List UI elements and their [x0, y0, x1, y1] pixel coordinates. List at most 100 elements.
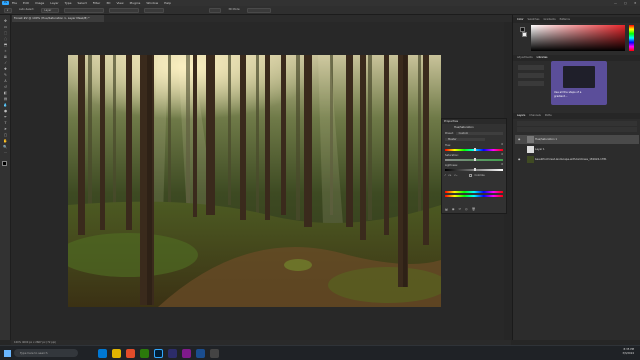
- align-buttons[interactable]: [109, 7, 140, 13]
- auto-select-dropdown[interactable]: Layer: [41, 7, 60, 13]
- taskbar-app-7[interactable]: [182, 349, 191, 358]
- eyedropper-plus-icon[interactable]: ⁄+: [449, 173, 452, 177]
- gradient-tool-icon[interactable]: ▤: [3, 97, 8, 101]
- show-transform-checkbox[interactable]: [64, 7, 105, 13]
- pen-tool-icon[interactable]: ✒: [3, 115, 8, 119]
- tab-layers[interactable]: Layers: [517, 113, 525, 119]
- taskbar-app-6[interactable]: [168, 349, 177, 358]
- blur-tool-icon[interactable]: 💧: [3, 103, 8, 107]
- layer-row-layer1[interactable]: Layer 1: [515, 145, 639, 154]
- reset-icon[interactable]: ↺: [458, 207, 461, 211]
- tab-adjustments[interactable]: Adjustments: [517, 55, 533, 61]
- foreground-color-swatch[interactable]: [2, 161, 7, 166]
- taskbar-app-1[interactable]: [98, 349, 107, 358]
- visibility-eye-icon[interactable]: ◉: [518, 135, 520, 144]
- taskbar-clock[interactable]: 8:35 PM 3/3/2024: [622, 348, 634, 356]
- visibility-eye-icon[interactable]: ◉: [518, 155, 520, 164]
- menu-plugins[interactable]: Plugins: [130, 1, 141, 5]
- more-tools-icon[interactable]: ⋯: [3, 151, 8, 155]
- menu-help[interactable]: Help: [164, 1, 171, 5]
- taskbar-app-9[interactable]: [210, 349, 219, 358]
- artboard-tool-icon[interactable]: ▭: [3, 25, 8, 29]
- photoshop-logo[interactable]: Ps: [2, 1, 9, 5]
- path-select-icon[interactable]: ➤: [3, 127, 8, 131]
- taskbar-app-4[interactable]: [140, 349, 149, 358]
- healing-brush-icon[interactable]: ✚: [3, 67, 8, 71]
- 3d-mode-buttons[interactable]: [247, 7, 272, 13]
- start-button-icon[interactable]: [4, 350, 11, 357]
- history-brush-icon[interactable]: ↺: [3, 85, 8, 89]
- lightness-slider-knob[interactable]: [474, 168, 476, 171]
- saturation-value[interactable]: 0: [501, 153, 503, 156]
- minimize-button[interactable]: —: [614, 1, 618, 5]
- forest-photo[interactable]: [68, 55, 441, 307]
- menu-layer[interactable]: Layer: [50, 1, 58, 5]
- frame-tool-icon[interactable]: ⊠: [3, 55, 8, 59]
- learn-card[interactable]: Use all the steps of a gradient...: [551, 61, 607, 105]
- hue-value[interactable]: 0: [501, 143, 503, 146]
- lightness-value[interactable]: 0: [501, 163, 503, 166]
- menu-view[interactable]: View: [116, 1, 123, 5]
- color-hue-bar[interactable]: [629, 25, 634, 51]
- hand-tool-icon[interactable]: ✋: [3, 139, 8, 143]
- move-tool-icon[interactable]: ✥: [3, 19, 8, 23]
- taskbar-app-5[interactable]: [154, 349, 163, 358]
- tab-swatches[interactable]: Swatches: [528, 17, 540, 23]
- clip-to-layer-icon[interactable]: ⬓: [445, 207, 448, 211]
- layer-row-adjustment[interactable]: ◉ Hue/Saturation 1: [515, 135, 639, 144]
- hue-slider[interactable]: [445, 148, 503, 151]
- type-tool-icon[interactable]: T: [3, 121, 8, 125]
- spectrum-bar-bottom[interactable]: [445, 195, 503, 197]
- hue-slider-knob[interactable]: [474, 148, 476, 151]
- crop-tool-icon[interactable]: ⌗: [3, 49, 8, 53]
- rectangle-tool-icon[interactable]: ▢: [3, 133, 8, 137]
- lasso-tool-icon[interactable]: ◌: [3, 37, 8, 41]
- side-item-3[interactable]: [518, 81, 544, 86]
- menu-image[interactable]: Image: [35, 1, 44, 5]
- visibility-icon[interactable]: ◎: [465, 207, 468, 211]
- clone-stamp-icon[interactable]: ♙: [3, 79, 8, 83]
- menu-type[interactable]: Type: [65, 1, 72, 5]
- delete-icon[interactable]: 🗑: [472, 207, 476, 211]
- taskbar-app-2[interactable]: [112, 349, 121, 358]
- distribute-buttons[interactable]: [144, 7, 165, 13]
- side-item-1[interactable]: [518, 65, 544, 70]
- eyedropper-icon[interactable]: ⁄: [445, 173, 446, 177]
- dodge-tool-icon[interactable]: ●: [3, 109, 8, 113]
- tab-gradients[interactable]: Gradients: [543, 17, 555, 23]
- saturation-slider[interactable]: [445, 158, 503, 161]
- zoom-tool-icon[interactable]: 🔍: [3, 145, 8, 149]
- menu-3d[interactable]: 3D: [106, 1, 110, 5]
- eyedropper-tool-icon[interactable]: ⁄: [3, 61, 8, 65]
- taskbar-search[interactable]: Type here to search: [14, 349, 78, 357]
- color-picker-field[interactable]: [531, 25, 625, 51]
- menu-file[interactable]: File: [12, 1, 17, 5]
- menu-filter[interactable]: Filter: [93, 1, 100, 5]
- eraser-tool-icon[interactable]: ◧: [3, 91, 8, 95]
- color-panel-background[interactable]: [522, 32, 527, 37]
- layer-row-image[interactable]: ◉ beautiful-forest-landscape-with-tall-t…: [515, 155, 639, 164]
- preset-dropdown[interactable]: Custom: [455, 131, 503, 135]
- object-select-tool-icon[interactable]: ⬒: [3, 43, 8, 47]
- maximize-button[interactable]: ▢: [624, 1, 628, 5]
- document-tab[interactable]: Forest #2 @ 100% (Hue/Saturation 1, Laye…: [12, 15, 104, 22]
- tab-color[interactable]: Color: [517, 17, 524, 23]
- tab-paths[interactable]: Paths: [545, 113, 552, 119]
- saturation-slider-knob[interactable]: [474, 158, 476, 161]
- marquee-tool-icon[interactable]: ⬚: [3, 31, 8, 35]
- tab-libraries[interactable]: Libraries: [537, 55, 548, 61]
- taskbar-app-3[interactable]: [126, 349, 135, 358]
- tab-patterns[interactable]: Patterns: [560, 17, 570, 23]
- lightness-slider[interactable]: [445, 168, 503, 171]
- side-item-2[interactable]: [518, 73, 544, 78]
- menu-window[interactable]: Window: [146, 1, 158, 5]
- brush-tool-icon[interactable]: ✎: [3, 73, 8, 77]
- tab-channels[interactable]: Channels: [529, 113, 541, 119]
- tool-preset-picker[interactable]: ▾: [4, 7, 12, 13]
- view-previous-icon[interactable]: ◉: [452, 207, 455, 211]
- menu-select[interactable]: Select: [78, 1, 87, 5]
- channel-dropdown[interactable]: Master: [445, 138, 485, 141]
- more-options[interactable]: [209, 7, 222, 13]
- close-button[interactable]: ✕: [634, 1, 638, 5]
- menu-edit[interactable]: Edit: [23, 1, 29, 5]
